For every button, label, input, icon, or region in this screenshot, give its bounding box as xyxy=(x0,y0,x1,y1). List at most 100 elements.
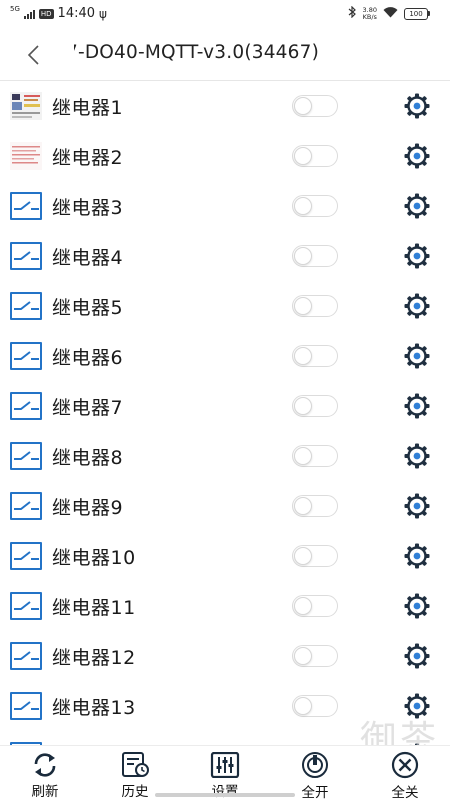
all-on-button[interactable]: 全开 xyxy=(270,746,360,800)
toggle-knob xyxy=(294,597,312,615)
toggle-knob xyxy=(294,247,312,265)
gear-icon[interactable] xyxy=(404,493,430,519)
refresh-button[interactable]: 刷新 xyxy=(0,746,90,800)
relay-toggle[interactable] xyxy=(292,345,338,367)
all-on-icon xyxy=(300,751,330,779)
gear-icon[interactable] xyxy=(404,193,430,219)
relay-toggle[interactable] xyxy=(292,695,338,717)
relay-switch-icon xyxy=(10,542,42,570)
toggle-knob xyxy=(294,347,312,365)
refresh-icon xyxy=(30,751,60,778)
relay-toggle[interactable] xyxy=(292,445,338,467)
relay-row: 继电器6 xyxy=(0,331,450,381)
wifi-icon xyxy=(383,6,398,21)
bottom-nav: 刷新 历史 设置 全开 全关 xyxy=(0,745,450,800)
speed-unit: KB/s xyxy=(362,12,377,21)
gear-icon[interactable] xyxy=(404,693,430,719)
battery-icon: 100 xyxy=(404,7,430,20)
relay-row: 继电器12 xyxy=(0,631,450,681)
relay-switch-icon xyxy=(10,442,42,470)
status-bar-left: 5G HD 14:40 ψ xyxy=(10,5,107,22)
relay-row: 继电器4 xyxy=(0,231,450,281)
back-button[interactable] xyxy=(18,40,48,70)
toggle-knob xyxy=(294,547,312,565)
gear-icon[interactable] xyxy=(404,93,430,119)
relay-toggle[interactable] xyxy=(292,395,338,417)
history-icon xyxy=(120,751,150,778)
bluetooth-icon xyxy=(348,5,357,21)
thumbnail-2-icon xyxy=(10,142,42,170)
history-label: 历史 xyxy=(121,784,149,800)
toggle-knob xyxy=(294,97,312,115)
network-type: 5G xyxy=(10,5,20,13)
relay-label: 继电器6 xyxy=(52,347,124,369)
relay-toggle[interactable] xyxy=(292,245,338,267)
network-speed: 3.80 KB/s xyxy=(362,6,377,21)
gear-icon[interactable] xyxy=(404,543,430,569)
relay-toggle[interactable] xyxy=(292,95,338,117)
all-off-button[interactable]: 全关 xyxy=(360,746,450,800)
toggle-knob xyxy=(294,397,312,415)
relay-label: 继电器9 xyxy=(52,497,124,519)
gear-icon[interactable] xyxy=(404,443,430,469)
home-indicator[interactable] xyxy=(155,793,295,797)
gear-icon[interactable] xyxy=(404,293,430,319)
all-off-label: 全关 xyxy=(391,785,419,800)
relay-row: 继电器9 xyxy=(0,481,450,531)
relay-switch-icon xyxy=(10,292,42,320)
status-bar: 5G HD 14:40 ψ 3.80 KB/s 100 xyxy=(0,0,450,30)
relay-switch-icon xyxy=(10,342,42,370)
relay-label: 继电器2 xyxy=(52,147,124,169)
history-button[interactable]: 历史 xyxy=(90,746,180,800)
relay-toggle[interactable] xyxy=(292,545,338,567)
relay-switch-icon xyxy=(10,642,42,670)
all-on-label: 全开 xyxy=(301,785,329,800)
relay-label: 继电器12 xyxy=(52,647,136,669)
relay-row: 继电器5 xyxy=(0,281,450,331)
toggle-knob xyxy=(294,147,312,165)
relay-toggle[interactable] xyxy=(292,645,338,667)
relay-toggle[interactable] xyxy=(292,145,338,167)
relay-row: 继电器2 xyxy=(0,131,450,181)
relay-switch-icon xyxy=(10,192,42,220)
gear-icon[interactable] xyxy=(404,343,430,369)
chevron-left-icon xyxy=(27,45,39,65)
relay-switch-icon xyxy=(10,592,42,620)
relay-row: 继电器3 xyxy=(0,181,450,231)
gear-icon[interactable] xyxy=(404,643,430,669)
relay-label: 继电器10 xyxy=(52,547,136,569)
settings-button[interactable]: 设置 xyxy=(180,746,270,800)
refresh-label: 刷新 xyxy=(31,784,59,800)
toggle-knob xyxy=(294,497,312,515)
hd-badge: HD xyxy=(38,8,54,19)
gear-icon[interactable] xyxy=(404,393,430,419)
page-title: 7-DO40-MQTT-v3.0(34467) xyxy=(74,42,320,63)
relay-label: 继电器4 xyxy=(52,247,124,269)
app-header: 7-DO40-MQTT-v3.0(34467) xyxy=(0,30,450,80)
relay-label: 继电器1 xyxy=(52,97,124,119)
toggle-knob xyxy=(294,447,312,465)
thumbnail-1-icon xyxy=(10,92,42,120)
gear-icon[interactable] xyxy=(404,593,430,619)
relay-toggle[interactable] xyxy=(292,295,338,317)
usb-icon: ψ xyxy=(99,6,107,21)
relay-row: 继电器14 xyxy=(0,731,450,745)
toggle-knob xyxy=(294,197,312,215)
gear-icon[interactable] xyxy=(404,143,430,169)
relay-toggle[interactable] xyxy=(292,495,338,517)
relay-row: 继电器8 xyxy=(0,431,450,481)
relay-switch-icon xyxy=(10,242,42,270)
relay-switch-icon xyxy=(10,492,42,520)
relay-label: 继电器11 xyxy=(52,597,136,619)
toggle-knob xyxy=(294,297,312,315)
relay-row: 继电器13 xyxy=(0,681,450,731)
gear-icon[interactable] xyxy=(404,243,430,269)
relay-row: 继电器11 xyxy=(0,581,450,631)
relay-toggle[interactable] xyxy=(292,595,338,617)
relay-toggle[interactable] xyxy=(292,195,338,217)
relay-label: 继电器5 xyxy=(52,297,124,319)
relay-label: 继电器8 xyxy=(52,447,124,469)
relay-label: 继电器3 xyxy=(52,197,124,219)
relay-label: 继电器7 xyxy=(52,397,124,419)
signal-icon xyxy=(23,9,35,19)
